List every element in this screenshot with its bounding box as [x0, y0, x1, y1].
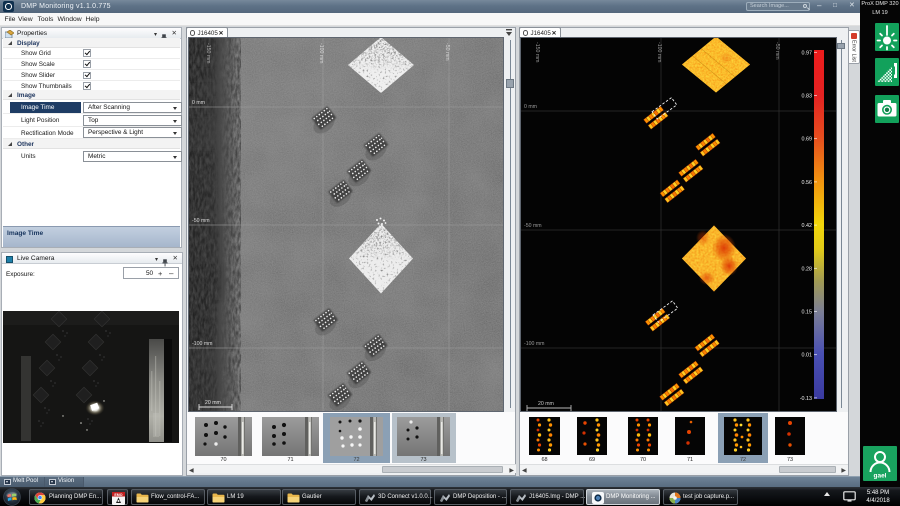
svg-text:0 mm: 0 mm: [524, 104, 537, 110]
svg-text:-50 mm: -50 mm: [192, 218, 210, 224]
svg-text:0.28: 0.28: [802, 266, 813, 272]
svg-text:0.56: 0.56: [802, 180, 813, 186]
svg-text:0 mm: 0 mm: [192, 100, 205, 106]
svg-text:0.83: 0.83: [802, 94, 813, 100]
svg-text:0.97: 0.97: [802, 50, 813, 56]
svg-text:20 mm: 20 mm: [205, 400, 221, 406]
svg-text:-100 mm: -100 mm: [318, 43, 324, 63]
svg-text:EMO: EMO: [114, 492, 122, 496]
svg-text:-150 mm: -150 mm: [205, 43, 211, 63]
svg-text:-50 mm: -50 mm: [524, 223, 542, 229]
svg-text:-0.13: -0.13: [800, 396, 812, 402]
svg-text:-150 mm: -150 mm: [534, 42, 540, 62]
svg-text:0.15: 0.15: [802, 310, 813, 316]
svg-text:0.69: 0.69: [802, 137, 813, 143]
svg-text:-50 mm: -50 mm: [444, 43, 450, 61]
svg-text:-100 mm: -100 mm: [524, 341, 544, 347]
svg-text:-100 mm: -100 mm: [192, 341, 212, 347]
svg-text:20 mm: 20 mm: [538, 401, 554, 407]
svg-text:0.42: 0.42: [802, 223, 813, 229]
svg-text:-100 mm: -100 mm: [656, 42, 662, 62]
svg-text:-50 mm: -50 mm: [774, 42, 780, 60]
svg-text:gael: gael: [873, 473, 886, 480]
svg-text:0.01: 0.01: [802, 353, 813, 359]
